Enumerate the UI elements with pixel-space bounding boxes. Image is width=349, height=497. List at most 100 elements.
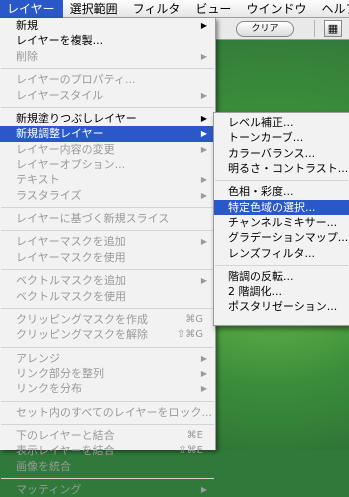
toolbar-divider: [314, 20, 315, 37]
adjustment-menu-item[interactable]: 色相・彩度...: [214, 184, 349, 199]
adjustment-layer-submenu: レベル補正... トーンカーブ... カラーバランス... 明るさ・コントラスト...…: [213, 112, 349, 326]
menu-help[interactable]: ヘルプ: [314, 0, 349, 18]
menu-separator: [1, 346, 214, 348]
layer-menu-item-label: レイヤースタイル: [16, 88, 104, 102]
adjustment-menu-item-label: トーンカーブ...: [228, 131, 304, 145]
menu-view[interactable]: ビュー: [188, 0, 239, 18]
submenu-arrow-icon: ▶: [200, 237, 207, 247]
layer-menu-item: レイヤーマスクを追加 ▶: [0, 234, 215, 249]
menu-separator: [1, 307, 214, 309]
menu-filter[interactable]: フィルタ: [126, 0, 189, 18]
menu-separator: [215, 180, 348, 182]
menu-separator: [1, 230, 214, 232]
adjustment-menu-item[interactable]: レベル補正...: [214, 115, 349, 130]
layer-menu-item-label: レイヤーマスクを使用: [16, 250, 126, 264]
layer-menu-item-label: テキスト: [16, 173, 60, 187]
layer-menu-item-label: レイヤーを複製...: [16, 34, 104, 48]
menu-separator: [1, 207, 214, 209]
submenu-arrow-icon: ▶: [200, 384, 207, 394]
menu-select[interactable]: 選択範囲: [63, 0, 126, 18]
palette-icon[interactable]: ▦: [324, 20, 342, 37]
adjustment-menu-item[interactable]: レンズフィルタ...: [214, 246, 349, 261]
layer-menu-item: レイヤースタイル ▶: [0, 88, 215, 103]
layer-menu-item: ベクトルマスクを追加 ▶: [0, 273, 215, 288]
adjustment-menu-item[interactable]: カラーバランス...: [214, 146, 349, 161]
adjustment-menu-item-label: グラデーションマップ...: [228, 231, 349, 245]
layer-menu-item-label: ベクトルマスクを追加: [16, 274, 126, 288]
layer-menu-item: レイヤーオプション...: [0, 157, 215, 172]
adjustment-menu-item[interactable]: グラデーションマップ...: [214, 230, 349, 245]
layer-menu-item-label: クリッピングマスクを作成: [16, 312, 148, 326]
layer-menu-item-label: レイヤーオプション...: [16, 158, 126, 171]
menu-separator: [1, 269, 214, 271]
adjustment-menu-item-label: 2 階調化...: [228, 285, 282, 298]
adjustment-menu-item-label: 明るさ・コントラスト...: [228, 162, 349, 176]
submenu-arrow-icon: ▶: [200, 51, 207, 61]
menu-window[interactable]: ウインドウ: [239, 0, 314, 18]
clear-button[interactable]: クリア: [236, 21, 294, 37]
layer-menu-item: レイヤーマスクを使用: [0, 250, 215, 265]
layer-menu-item-label: レイヤーのプロパティ...: [16, 73, 136, 87]
submenu-arrow-icon: ▶: [200, 113, 207, 123]
adjustment-menu-item-label: ポスタリゼーション...: [228, 300, 338, 314]
layer-menu-item: マッティング ▶: [0, 482, 215, 497]
adjustment-menu-item[interactable]: 2 階調化...: [214, 284, 349, 299]
adjustment-menu-item-label: 色相・彩度...: [228, 185, 294, 199]
adjustment-menu-item[interactable]: 特定色域の選択...: [214, 199, 349, 215]
menu-bar: レイヤー 選択範囲 フィルタ ビュー ウインドウ ヘルプ: [0, 0, 349, 18]
layer-menu-item-label: レイヤーマスクを追加: [16, 235, 126, 249]
layer-menu-item: クリッピングマスクを作成 ⌘G: [0, 312, 215, 327]
layer-menu-item: テキスト ▶: [0, 172, 215, 187]
layer-menu-item[interactable]: 新規調整レイヤー ▶: [0, 126, 215, 142]
adjustment-menu-item[interactable]: 階調の反転...: [214, 269, 349, 284]
layer-menu-item-label: リンク部分を整列: [16, 366, 104, 380]
menu-separator: [1, 68, 214, 70]
adjustment-menu-item[interactable]: トーンカーブ...: [214, 130, 349, 145]
layer-menu-item: リンクを分布 ▶: [0, 381, 215, 396]
shortcut-label: ⌘G: [185, 313, 203, 325]
layer-menu-item[interactable]: 新規 ▶: [0, 18, 215, 33]
submenu-arrow-icon: ▶: [200, 485, 207, 494]
layer-menu-item-label: マッティング: [16, 483, 82, 496]
layer-menu-item: 表示レイヤーを結合 ⇧⌘E: [0, 443, 215, 458]
layer-menu-item-label: 表示レイヤーを結合: [16, 444, 115, 458]
options-toolbar: クリア ▦: [212, 18, 349, 40]
layer-menu-item: レイヤー内容の変更 ▶: [0, 142, 215, 157]
menu-separator: [1, 478, 214, 480]
adjustment-menu-item-label: レベル補正...: [228, 116, 294, 129]
submenu-arrow-icon: ▶: [200, 276, 207, 286]
layer-menu-item: 削除 ▶: [0, 49, 215, 64]
submenu-arrow-icon: ▶: [200, 21, 207, 30]
layer-menu-item-label: レイヤーに基づく新規スライス: [16, 212, 170, 226]
layer-menu-item[interactable]: 新規塗りつぶしレイヤー ▶: [0, 111, 215, 126]
layer-menu-item-label: レイヤー内容の変更: [16, 142, 115, 156]
layer-menu-item-label: 新規: [16, 19, 38, 32]
submenu-arrow-icon: ▶: [200, 353, 207, 363]
layer-menu-item-label: 削除: [16, 49, 38, 63]
adjustment-menu-item-label: カラーバランス...: [228, 146, 316, 160]
menu-separator: [215, 264, 348, 266]
submenu-arrow-icon: ▶: [200, 144, 207, 154]
layer-menu-item: レイヤーのプロパティ...: [0, 72, 215, 87]
layer-menu-item[interactable]: レイヤーを複製...: [0, 33, 215, 48]
submenu-arrow-icon: ▶: [200, 190, 207, 200]
submenu-arrow-icon: ▶: [200, 129, 207, 139]
menu-separator: [1, 106, 214, 108]
adjustment-menu-item[interactable]: ポスタリゼーション...: [214, 299, 349, 314]
layer-menu-item-label: アレンジ: [16, 351, 60, 365]
menu-layer[interactable]: レイヤー: [0, 0, 63, 18]
adjustment-menu-item-label: 特定色域の選択...: [228, 200, 316, 214]
submenu-arrow-icon: ▶: [200, 368, 207, 378]
menu-separator: [1, 400, 214, 402]
layer-menu-item-label: ラスタライズ: [16, 188, 82, 202]
layer-menu-item-label: 下のレイヤーと結合: [16, 428, 115, 442]
adjustment-menu-item[interactable]: チャンネルミキサー...: [214, 215, 349, 230]
shortcut-label: ⌘E: [186, 429, 203, 441]
layer-menu-item-label: 新規塗りつぶしレイヤー: [16, 111, 137, 125]
layer-menu-item-label: 画像を統合: [16, 459, 71, 473]
layer-menu-item-label: 新規調整レイヤー: [16, 127, 104, 141]
adjustment-menu-item[interactable]: 明るさ・コントラスト...: [214, 161, 349, 176]
adjustment-menu-item-label: 階調の反転...: [228, 269, 294, 283]
layer-menu-item-label: クリッピングマスクを解除: [16, 328, 148, 342]
layer-menu: 新規 ▶ レイヤーを複製... 削除 ▶ レイヤーのプロパティ... レイヤースタイル ▶ 新規…: [0, 18, 216, 496]
